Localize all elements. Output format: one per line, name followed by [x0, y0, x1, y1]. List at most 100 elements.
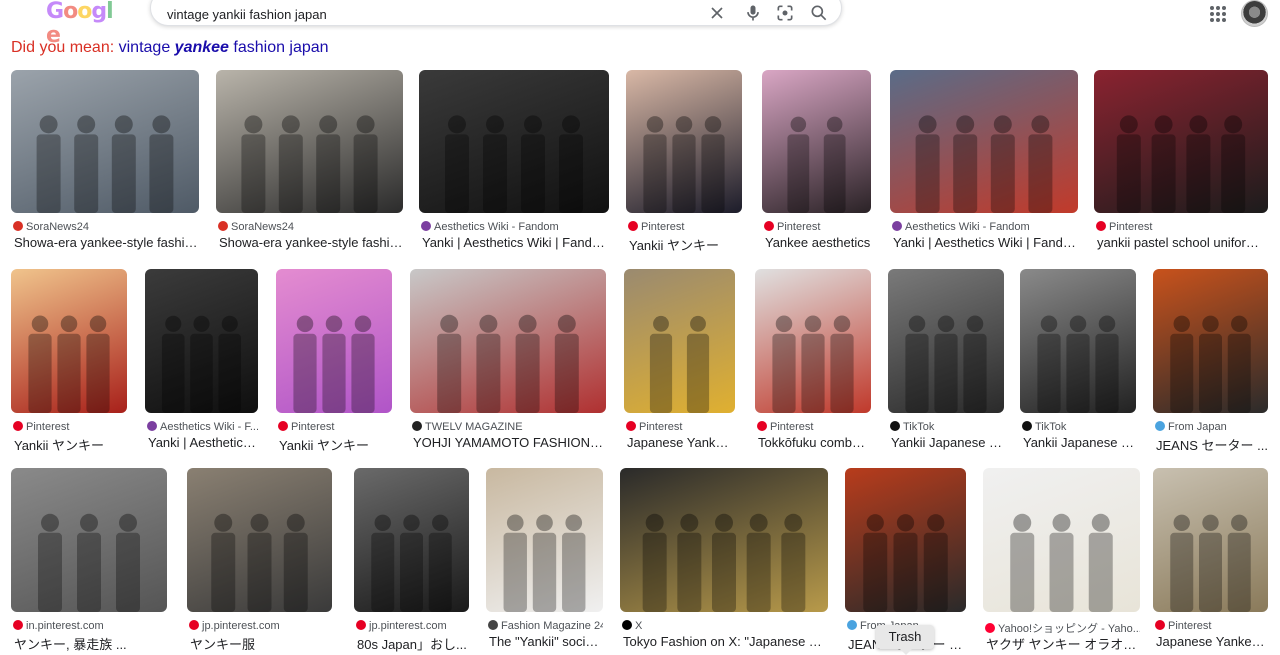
result-source[interactable]: Pinterest [1096, 221, 1268, 233]
image-result-card[interactable]: jp.pinterest.com ヤンキー服 [187, 468, 332, 655]
result-title[interactable]: Tokyo Fashion on X: "Japanese Yank... [623, 634, 828, 649]
result-thumbnail[interactable] [1020, 269, 1136, 413]
result-thumbnail[interactable] [11, 269, 127, 413]
result-thumbnail[interactable] [276, 269, 392, 413]
image-result-card[interactable]: Pinterest Tokkōfuku combat ... [755, 269, 871, 457]
result-title[interactable]: 80s Japan」おし... [357, 634, 469, 653]
result-thumbnail[interactable] [216, 70, 403, 213]
image-result-card[interactable]: X Tokyo Fashion on X: "Japanese Yank... [620, 468, 828, 655]
result-source[interactable]: SoraNews24 [218, 221, 403, 233]
result-title[interactable]: ヤンキー服 [190, 634, 332, 653]
image-result-card[interactable]: Aesthetics Wiki - Fandom Yanki | Aestheti… [419, 70, 609, 257]
result-title[interactable]: Showa-era yankee-style fashion ... [219, 235, 403, 250]
result-thumbnail[interactable] [11, 468, 167, 612]
image-result-card[interactable]: TikTok Yankii Japanese F... [888, 269, 1004, 457]
result-source[interactable]: Pinterest [764, 221, 871, 233]
result-thumbnail[interactable] [11, 70, 199, 213]
result-thumbnail[interactable] [888, 269, 1004, 413]
result-source[interactable]: TikTok [1022, 421, 1136, 433]
image-result-card[interactable]: From Japan JEANS セーター ... [1153, 269, 1268, 457]
result-source[interactable]: Pinterest [1155, 620, 1268, 632]
image-result-card[interactable]: Yahoo!ショッピング - Yaho... ヤクザ ヤンキー オラオラ ... [983, 468, 1140, 655]
google-logo[interactable]: Google [46, 0, 124, 48]
result-source[interactable]: Pinterest [628, 221, 742, 233]
result-source[interactable]: From Japan [1155, 421, 1268, 433]
result-source[interactable]: Pinterest [278, 421, 392, 433]
result-thumbnail[interactable] [419, 70, 609, 213]
result-thumbnail[interactable] [620, 468, 828, 612]
result-source[interactable]: jp.pinterest.com [189, 620, 332, 632]
result-thumbnail[interactable] [1153, 269, 1268, 413]
result-title[interactable]: yankii pastel school uniform - ... [1097, 235, 1268, 250]
result-title[interactable]: Japanese Yankee ... [627, 435, 735, 450]
result-source[interactable]: X [622, 620, 828, 632]
result-title[interactable]: ヤクザ ヤンキー オラオラ ... [986, 634, 1140, 653]
apps-grid-icon[interactable] [1208, 4, 1228, 24]
result-source[interactable]: Aesthetics Wiki - Fandom [892, 221, 1078, 233]
result-source[interactable]: Pinterest [757, 421, 871, 433]
image-result-card[interactable]: Pinterest Japanese Yankee ... [624, 269, 735, 457]
result-title[interactable]: Yankii Japanese F... [1023, 435, 1136, 450]
image-result-card[interactable]: Pinterest yankii pastel school uniform - … [1094, 70, 1268, 257]
account-avatar[interactable] [1241, 0, 1268, 27]
result-source[interactable]: Fashion Magazine 24 [488, 620, 603, 632]
result-title[interactable]: Yanki | Aesthetics Wiki | Fandom [422, 235, 609, 250]
result-thumbnail[interactable] [1153, 468, 1268, 612]
result-thumbnail[interactable] [762, 70, 871, 213]
lens-icon[interactable] [775, 3, 795, 23]
result-title[interactable]: Yanki | Aesthetics Wiki | Fandom [893, 235, 1078, 250]
result-title[interactable]: ヤンキー, 暴走族 ... [14, 634, 167, 653]
result-title[interactable]: The "Yankii" societ... [489, 634, 603, 649]
suggestion-link[interactable]: vintage yankee fashion japan [119, 39, 329, 56]
result-title[interactable]: Yankii ヤンキー [14, 435, 127, 454]
image-result-card[interactable]: TWELV MAGAZINE YOHJI YAMAMOTO FASHION ST.… [410, 269, 606, 457]
image-result-card[interactable]: Pinterest Yankii ヤンキー [276, 269, 392, 457]
result-source[interactable]: Pinterest [13, 421, 127, 433]
search-icon[interactable] [809, 3, 829, 23]
result-title[interactable]: Yankii ヤンキー [629, 235, 742, 254]
search-input[interactable] [167, 5, 707, 23]
result-title[interactable]: Yankii ヤンキー [279, 435, 392, 454]
result-thumbnail[interactable] [354, 468, 469, 612]
result-thumbnail[interactable] [410, 269, 606, 413]
image-result-card[interactable]: Pinterest Yankee aesthetics [762, 70, 871, 257]
image-result-card[interactable]: Fashion Magazine 24 The "Yankii" societ..… [486, 468, 603, 655]
result-thumbnail[interactable] [890, 70, 1078, 213]
search-box[interactable] [150, 0, 842, 26]
result-title[interactable]: Yanki | Aesthetics ... [148, 435, 258, 450]
result-thumbnail[interactable] [486, 468, 603, 612]
result-thumbnail[interactable] [983, 468, 1140, 612]
image-result-card[interactable]: SoraNews24 Showa-era yankee-style fashion… [11, 70, 199, 257]
microphone-icon[interactable] [743, 3, 763, 23]
result-title[interactable]: Yankee aesthetics [765, 235, 871, 250]
image-result-card[interactable]: SoraNews24 Showa-era yankee-style fashion… [216, 70, 403, 257]
result-title[interactable]: Tokkōfuku combat ... [758, 435, 871, 450]
result-source[interactable]: TikTok [890, 421, 1004, 433]
result-thumbnail[interactable] [187, 468, 332, 612]
result-title[interactable]: Showa-era yankee-style fashion ... [14, 235, 199, 250]
image-result-card[interactable]: TikTok Yankii Japanese F... [1020, 269, 1136, 457]
result-thumbnail[interactable] [1094, 70, 1268, 213]
result-thumbnail[interactable] [624, 269, 735, 413]
result-source[interactable]: SoraNews24 [13, 221, 199, 233]
result-source[interactable]: Pinterest [626, 421, 735, 433]
result-source[interactable]: in.pinterest.com [13, 620, 167, 632]
result-thumbnail[interactable] [145, 269, 258, 413]
result-source[interactable]: Aesthetics Wiki - F... [147, 421, 258, 433]
image-result-card[interactable]: Pinterest Japanese Yankee ... [1153, 468, 1268, 655]
image-result-card[interactable]: Pinterest Yankii ヤンキー [11, 269, 127, 457]
image-result-card[interactable]: Pinterest Yankii ヤンキー [626, 70, 742, 257]
result-source[interactable]: jp.pinterest.com [356, 620, 469, 632]
result-title[interactable]: YOHJI YAMAMOTO FASHION ST... [413, 435, 606, 450]
result-title[interactable]: Yankii Japanese F... [891, 435, 1004, 450]
result-thumbnail[interactable] [626, 70, 742, 213]
result-title[interactable]: Japanese Yankee ... [1156, 634, 1268, 649]
result-thumbnail[interactable] [845, 468, 966, 612]
image-result-card[interactable]: Aesthetics Wiki - Fandom Yanki | Aestheti… [890, 70, 1078, 257]
image-result-card[interactable]: Aesthetics Wiki - F... Yanki | Aesthetics… [145, 269, 258, 457]
result-title[interactable]: JEANS セーター ... [1156, 435, 1268, 454]
image-result-card[interactable]: in.pinterest.com ヤンキー, 暴走族 ... [11, 468, 167, 655]
result-thumbnail[interactable] [755, 269, 871, 413]
result-source[interactable]: TWELV MAGAZINE [412, 421, 606, 433]
image-result-card[interactable]: jp.pinterest.com 80s Japan」おし... [354, 468, 469, 655]
